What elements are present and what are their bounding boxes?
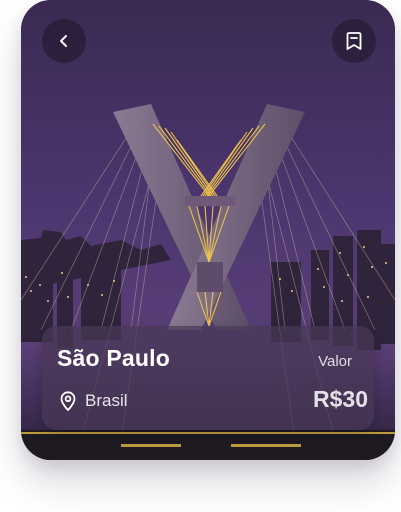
location: Brasil bbox=[57, 390, 128, 412]
destination-card[interactable]: São Paulo Valor Brasil R$30 bbox=[21, 0, 395, 460]
country-name: Brasil bbox=[85, 391, 128, 410]
city-name: São Paulo bbox=[57, 345, 170, 371]
back-button[interactable] bbox=[42, 19, 86, 63]
bookmark-button[interactable] bbox=[332, 19, 376, 63]
price-label: Valor bbox=[318, 353, 352, 370]
location-pin-icon bbox=[57, 390, 79, 412]
destination-info-panel: São Paulo Valor Brasil R$30 bbox=[42, 326, 374, 430]
price-value: R$30 bbox=[313, 386, 368, 412]
chevron-left-icon bbox=[60, 35, 67, 47]
bookmark-icon bbox=[346, 32, 362, 50]
